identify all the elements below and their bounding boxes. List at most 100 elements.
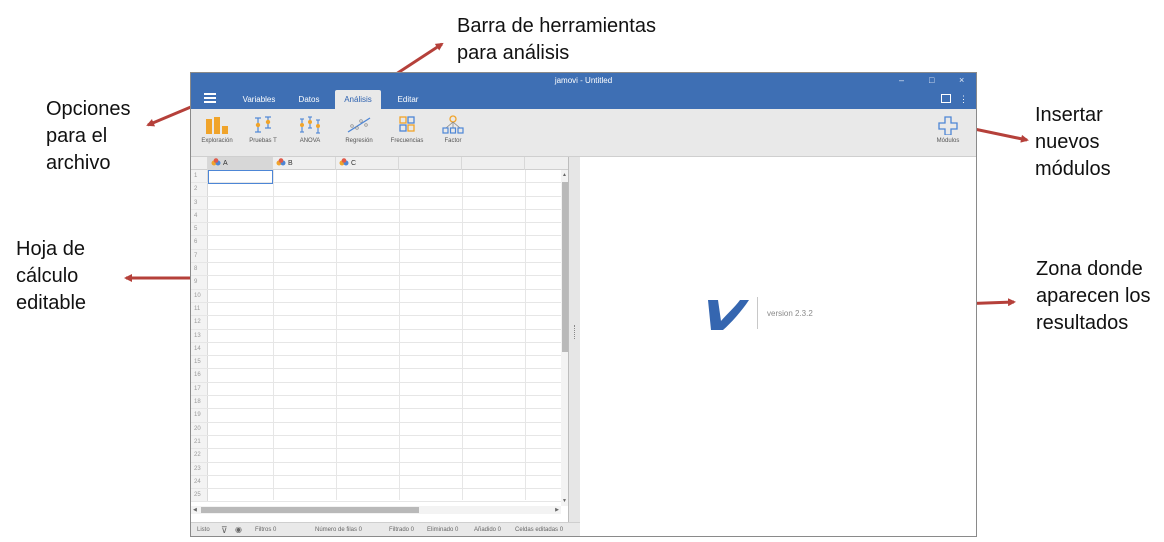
minimize-button[interactable]: – bbox=[899, 75, 904, 85]
row-number[interactable]: 9 bbox=[191, 276, 208, 289]
ribbon-anova[interactable]: ANOVA bbox=[290, 115, 330, 144]
spreadsheet-rows: 1 2 3 4 5 6 7 8 9 10 11 12 13 14 15 16 17 18 19 20 21 22 23 24 2… bbox=[191, 170, 561, 503]
row-header-corner[interactable] bbox=[191, 157, 208, 170]
scroll-down-icon[interactable]: ▼ bbox=[562, 498, 567, 504]
table-row[interactable]: 16 bbox=[191, 369, 561, 383]
tab-variables[interactable]: Variables bbox=[235, 90, 283, 109]
table-row[interactable]: 19 bbox=[191, 409, 561, 423]
ribbon-frecuencias[interactable]: Frecuencias bbox=[387, 115, 427, 144]
row-number[interactable]: 23 bbox=[191, 462, 208, 475]
table-row[interactable]: 6 bbox=[191, 236, 561, 250]
row-number[interactable]: 19 bbox=[191, 409, 208, 422]
table-row[interactable]: 18 bbox=[191, 396, 561, 410]
table-row[interactable]: 23 bbox=[191, 462, 561, 476]
table-row[interactable]: 11 bbox=[191, 302, 561, 317]
ribbon-pruebas-t[interactable]: Pruebas T bbox=[243, 115, 283, 144]
anova-icon bbox=[300, 116, 320, 134]
row-number[interactable]: 7 bbox=[191, 249, 208, 263]
vertical-scrollbar[interactable]: ▲ ▼ bbox=[561, 170, 568, 506]
table-row[interactable]: 4 bbox=[191, 209, 561, 224]
table-row[interactable]: 13 bbox=[191, 329, 561, 343]
column-header-empty[interactable] bbox=[462, 157, 525, 170]
column-header-empty[interactable] bbox=[399, 157, 462, 170]
row-number[interactable]: 22 bbox=[191, 449, 208, 462]
table-row[interactable]: 7 bbox=[191, 249, 561, 264]
table-row[interactable]: 22 bbox=[191, 449, 561, 463]
row-number[interactable]: 17 bbox=[191, 382, 208, 396]
spreadsheet[interactable]: A B C 1 2 3 4 5 6 7 8 9 10 11 12 13 14 15 16 17 18 19 20 21 2… bbox=[191, 157, 569, 522]
row-number[interactable]: 1 bbox=[191, 170, 208, 183]
table-row[interactable]: 21 bbox=[191, 435, 561, 450]
row-number[interactable]: 18 bbox=[191, 396, 208, 409]
ribbon-exploracion[interactable]: Exploración bbox=[197, 115, 237, 144]
add-module-icon bbox=[938, 116, 958, 135]
layout-icon[interactable] bbox=[941, 94, 951, 103]
column-header-row: A B C bbox=[191, 157, 568, 170]
table-row[interactable]: 24 bbox=[191, 475, 561, 490]
row-number[interactable]: 20 bbox=[191, 422, 208, 435]
tab-datos[interactable]: Datos bbox=[287, 90, 331, 109]
table-row[interactable]: 10 bbox=[191, 289, 561, 303]
table-row[interactable]: 5 bbox=[191, 223, 561, 237]
table-row[interactable]: 12 bbox=[191, 316, 561, 330]
annotation-toolbar: Barra de herramientas para análisis bbox=[457, 15, 656, 64]
row-number[interactable]: 21 bbox=[191, 435, 208, 449]
status-filtered: Filtrado 0 bbox=[389, 527, 415, 533]
row-number[interactable]: 15 bbox=[191, 356, 208, 369]
row-number[interactable]: 25 bbox=[191, 489, 208, 502]
vertical-scroll-thumb[interactable] bbox=[562, 182, 568, 352]
maximize-button[interactable]: □ bbox=[929, 75, 934, 85]
analysis-toolbar: Exploración Pruebas T ANOVA Regresión Fr… bbox=[191, 109, 976, 157]
scroll-right-icon[interactable]: ▶ bbox=[555, 507, 559, 513]
tab-analisis[interactable]: Análisis bbox=[335, 90, 381, 109]
row-number[interactable]: 4 bbox=[191, 209, 208, 223]
tab-editar[interactable]: Editar bbox=[386, 90, 430, 109]
table-row[interactable]: 15 bbox=[191, 356, 561, 370]
row-number[interactable]: 5 bbox=[191, 223, 208, 236]
nominal-variable-icon bbox=[211, 158, 221, 166]
annotation-spreadsheet: Hoja de cálculo editable bbox=[16, 238, 87, 314]
ribbon-factor[interactable]: Factor bbox=[433, 115, 473, 144]
scroll-left-icon[interactable]: ◀ bbox=[193, 507, 197, 513]
filter-icon[interactable]: ⊽ bbox=[221, 525, 228, 536]
column-header-b[interactable]: B bbox=[273, 157, 336, 170]
close-button[interactable]: × bbox=[959, 75, 964, 85]
row-number[interactable]: 16 bbox=[191, 369, 208, 382]
table-row[interactable]: 25 bbox=[191, 489, 561, 503]
splitter-grip-icon[interactable] bbox=[574, 325, 575, 339]
table-row[interactable]: 14 bbox=[191, 342, 561, 357]
more-options-icon[interactable]: ⋮ bbox=[959, 94, 968, 104]
row-number[interactable]: 14 bbox=[191, 342, 208, 356]
pane-splitter[interactable] bbox=[570, 157, 580, 522]
horizontal-scrollbar[interactable]: ◀ ▶ bbox=[191, 506, 561, 514]
version-label: version 2.3.2 bbox=[767, 309, 813, 318]
column-header-a[interactable]: A bbox=[208, 157, 273, 170]
row-number[interactable]: 12 bbox=[191, 316, 208, 329]
column-header-c[interactable]: C bbox=[336, 157, 399, 170]
table-row[interactable]: 9 bbox=[191, 276, 561, 290]
menu-icon[interactable] bbox=[204, 93, 216, 105]
status-deleted: Eliminado 0 bbox=[427, 527, 459, 533]
table-row[interactable]: 8 bbox=[191, 263, 561, 277]
window-title: jamovi - Untitled bbox=[554, 76, 613, 85]
selected-cell[interactable] bbox=[208, 170, 273, 184]
t-test-icon bbox=[255, 116, 271, 133]
eye-icon[interactable]: ◉ bbox=[235, 525, 242, 534]
ribbon-modulos[interactable]: Módulos bbox=[928, 115, 968, 144]
tab-bar: Variables Datos Análisis Editar ⋮ bbox=[191, 90, 976, 109]
row-number[interactable]: 10 bbox=[191, 289, 208, 302]
ribbon-regresion[interactable]: Regresión bbox=[339, 115, 379, 144]
row-number[interactable]: 3 bbox=[191, 196, 208, 209]
table-row[interactable]: 17 bbox=[191, 382, 561, 397]
row-number[interactable]: 13 bbox=[191, 329, 208, 342]
row-number[interactable]: 24 bbox=[191, 475, 208, 489]
row-number[interactable]: 11 bbox=[191, 302, 208, 316]
row-number[interactable]: 8 bbox=[191, 263, 208, 276]
table-row[interactable]: 2 bbox=[191, 183, 561, 197]
table-row[interactable]: 3 bbox=[191, 196, 561, 210]
table-row[interactable]: 20 bbox=[191, 422, 561, 436]
row-number[interactable]: 2 bbox=[191, 183, 208, 196]
row-number[interactable]: 6 bbox=[191, 236, 208, 249]
horizontal-scroll-thumb[interactable] bbox=[201, 507, 419, 513]
scroll-up-icon[interactable]: ▲ bbox=[562, 172, 567, 178]
